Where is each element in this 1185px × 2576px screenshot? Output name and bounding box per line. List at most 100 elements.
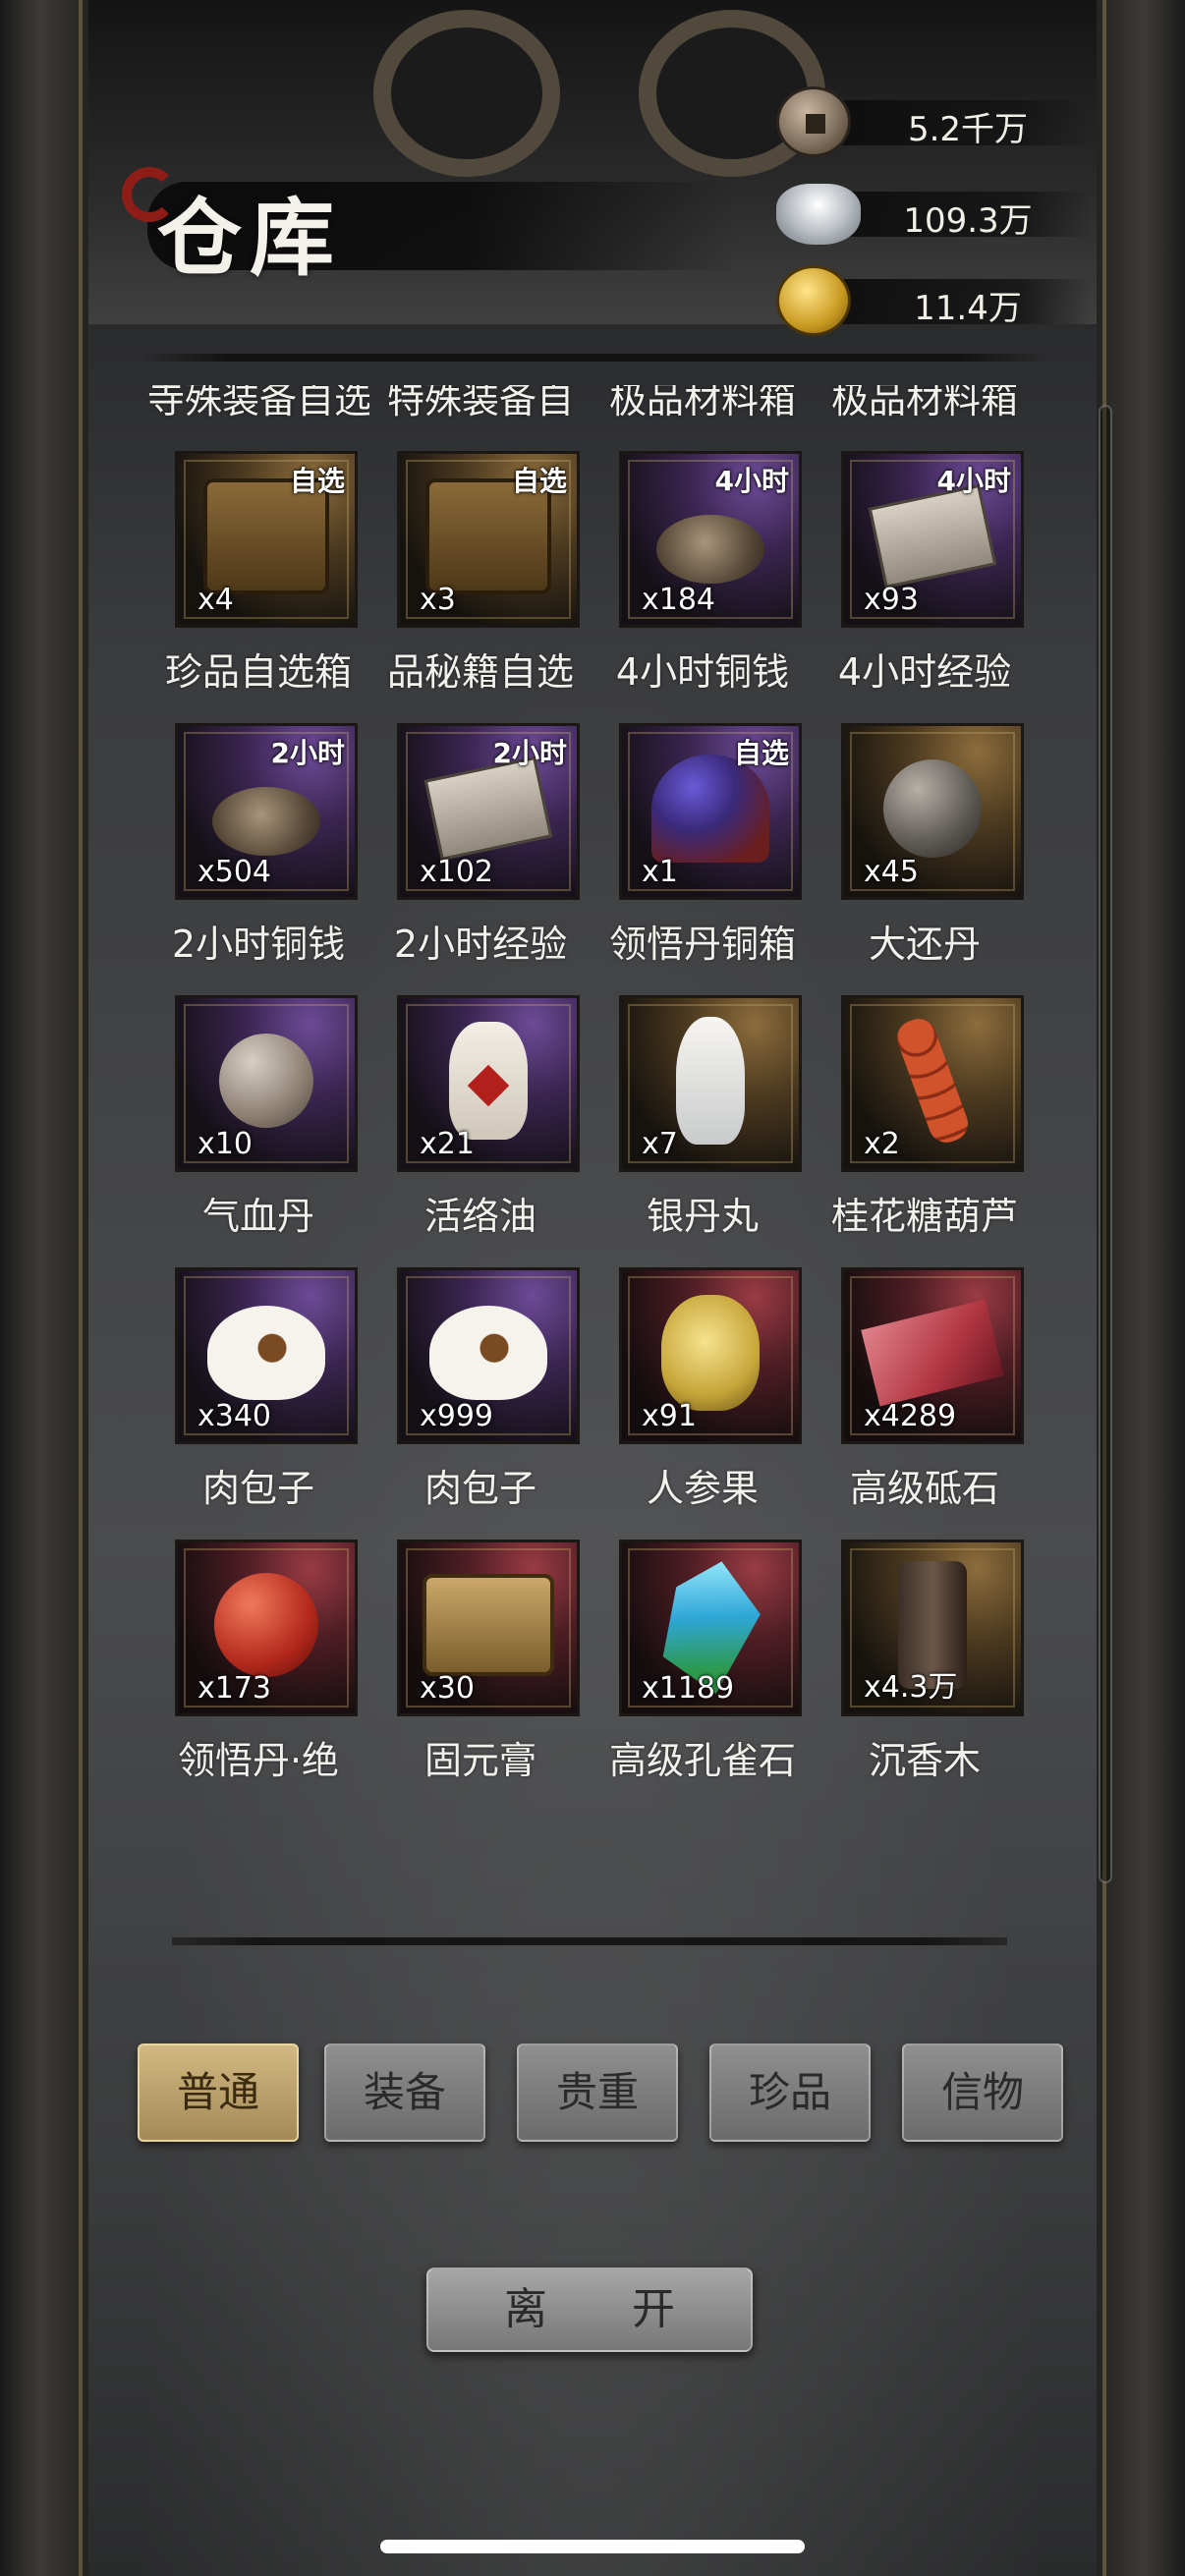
item-slot[interactable]: x4.3万 — [841, 1540, 1024, 1716]
tab-treasures[interactable]: 珍品 — [709, 2044, 871, 2142]
item-slot[interactable]: x999 — [397, 1267, 580, 1444]
item-slot[interactable]: x7 — [619, 995, 802, 1172]
inventory-item[interactable]: 2小时 x504 2小时铜钱 — [147, 723, 369, 995]
bun-icon — [207, 1305, 325, 1400]
inventory-item[interactable]: 4小时 x184 4小时铜钱 — [592, 451, 814, 723]
coins-icon — [656, 515, 764, 585]
pillar-left — [0, 0, 88, 2576]
inventory-item[interactable]: x45 大还丹 — [814, 723, 1036, 995]
inventory-item[interactable]: x340 肉包子 — [147, 1267, 369, 1540]
inventory-item[interactable]: x4.3万沉香木 — [814, 1540, 1036, 1812]
inventory-grid: x1寺殊装备自选x1特殊装备自x46极品材料箱x99极品材料箱自选x4珍品自选箱… — [147, 385, 1036, 1812]
item-badge: 自选 — [733, 737, 789, 769]
item-name: 桂花糖葫芦 — [830, 1195, 1018, 1238]
item-name: 特殊装备自 — [386, 385, 574, 421]
item-name: 沉香木 — [868, 1739, 981, 1782]
item-slot[interactable]: 自选 x4 — [175, 451, 358, 628]
item-slot[interactable]: x10 — [175, 995, 358, 1172]
item-slot[interactable]: x91 — [619, 1267, 802, 1444]
inventory-item[interactable]: x30 固元膏 — [369, 1540, 592, 1812]
bottle-icon — [449, 1021, 528, 1140]
item-slot[interactable]: x4289 — [841, 1267, 1024, 1444]
item-name: 活络油 — [423, 1195, 536, 1238]
book-icon — [868, 483, 997, 588]
inventory-item[interactable]: x1寺殊装备自选 — [147, 385, 369, 451]
inventory-item[interactable]: x99极品材料箱 — [814, 385, 1036, 451]
item-name: 4小时经验 — [837, 650, 1012, 694]
item-slot[interactable]: 4小时 x184 — [619, 451, 802, 628]
item-quantity: x10 — [198, 1127, 253, 1161]
item-slot[interactable]: 自选 x3 — [397, 451, 580, 628]
tab-tokens[interactable]: 信物 — [902, 2044, 1063, 2142]
vase-icon — [676, 1016, 745, 1145]
item-quantity: x21 — [420, 1127, 475, 1161]
inventory-item[interactable]: 自选 x4 珍品自选箱 — [147, 451, 369, 723]
item-slot[interactable]: x30 — [397, 1540, 580, 1716]
item-quantity: x30 — [420, 1671, 475, 1706]
page-header: 仓库 — [108, 147, 737, 305]
item-slot[interactable]: x45 — [841, 723, 1024, 900]
inventory-item[interactable]: x2 桂花糖葫芦 — [814, 995, 1036, 1267]
inventory-item[interactable]: x173 领悟丹·绝 — [147, 1540, 369, 1812]
inventory-item[interactable]: x4289 高级砥石 — [814, 1267, 1036, 1540]
page-title: 仓库 — [157, 189, 342, 288]
inventory-item[interactable]: x91 人参果 — [592, 1267, 814, 1540]
item-name: 2小时经验 — [393, 923, 568, 966]
item-quantity: x45 — [864, 855, 919, 889]
item-name: 银丹丸 — [646, 1195, 759, 1238]
item-slot[interactable]: 2小时 x102 — [397, 723, 580, 900]
item-slot[interactable]: 自选 x1 — [619, 723, 802, 900]
ball-icon — [883, 758, 982, 858]
inventory-item[interactable]: x21 活络油 — [369, 995, 592, 1267]
item-quantity: x102 — [420, 855, 494, 889]
item-quantity: x4 — [198, 583, 234, 617]
inventory-item[interactable]: 4小时 x93 4小时经验 — [814, 451, 1036, 723]
redball-icon — [214, 1572, 318, 1677]
leave-button[interactable]: 离 开 — [426, 2268, 753, 2352]
tab-equipment[interactable]: 装备 — [324, 2044, 485, 2142]
item-slot[interactable]: 4小时 x93 — [841, 451, 1024, 628]
item-name: 高级孔雀石 — [608, 1739, 796, 1782]
inventory-scroll-area[interactable]: x1寺殊装备自选x1特殊装备自x46极品材料箱x99极品材料箱自选x4珍品自选箱… — [147, 385, 1051, 1849]
item-name: 寺殊装备自选 — [147, 385, 369, 421]
item-slot[interactable]: x340 — [175, 1267, 358, 1444]
inventory-item[interactable]: x10 气血丹 — [147, 995, 369, 1267]
inventory-item[interactable]: x7 银丹丸 — [592, 995, 814, 1267]
tab-valuables[interactable]: 贵重 — [517, 2044, 678, 2142]
home-indicator[interactable] — [380, 2540, 805, 2553]
item-badge: 自选 — [511, 465, 567, 497]
currency-silver: 109.3万 — [776, 178, 1091, 249]
item-quantity: x340 — [198, 1399, 272, 1433]
item-slot[interactable]: x2 — [841, 995, 1024, 1172]
inventory-item[interactable]: 自选 x1 领悟丹铜箱 — [592, 723, 814, 995]
item-name: 人参果 — [646, 1467, 759, 1510]
inventory-item[interactable]: x1特殊装备自 — [369, 385, 592, 451]
item-name: 高级砥石 — [849, 1467, 999, 1510]
inventory-item[interactable]: 2小时 x102 2小时经验 — [369, 723, 592, 995]
item-name: 珍品自选箱 — [164, 650, 352, 694]
silver-ingot-icon — [776, 184, 861, 245]
item-slot[interactable]: 2小时 x504 — [175, 723, 358, 900]
item-quantity: x184 — [642, 583, 716, 617]
item-name: 气血丹 — [201, 1195, 314, 1238]
item-slot[interactable]: x173 — [175, 1540, 358, 1716]
item-quantity: x1 — [642, 855, 678, 889]
item-slot[interactable]: x21 — [397, 995, 580, 1172]
item-slot[interactable]: x1189 — [619, 1540, 802, 1716]
scrollbar[interactable] — [1099, 405, 1112, 1883]
tab-normal[interactable]: 普通 — [138, 2044, 299, 2142]
item-badge: 4小时 — [936, 465, 1011, 497]
inventory-item[interactable]: x1189 高级孔雀石 — [592, 1540, 814, 1812]
item-quantity: x7 — [642, 1127, 678, 1161]
box-icon — [423, 1573, 554, 1676]
inventory-item[interactable]: x46极品材料箱 — [592, 385, 814, 451]
pill-icon — [219, 1033, 313, 1128]
currency-silver-value: 109.3万 — [903, 201, 1033, 241]
item-name: 领悟丹铜箱 — [608, 923, 796, 966]
inventory-item[interactable]: 自选 x3 品秘籍自选 — [369, 451, 592, 723]
inventory-item[interactable]: x999 肉包子 — [369, 1267, 592, 1540]
item-name: 品秘籍自选 — [386, 650, 574, 694]
item-name: 极品材料箱 — [608, 385, 796, 421]
brick-icon — [861, 1298, 1004, 1407]
book-icon — [423, 756, 553, 861]
